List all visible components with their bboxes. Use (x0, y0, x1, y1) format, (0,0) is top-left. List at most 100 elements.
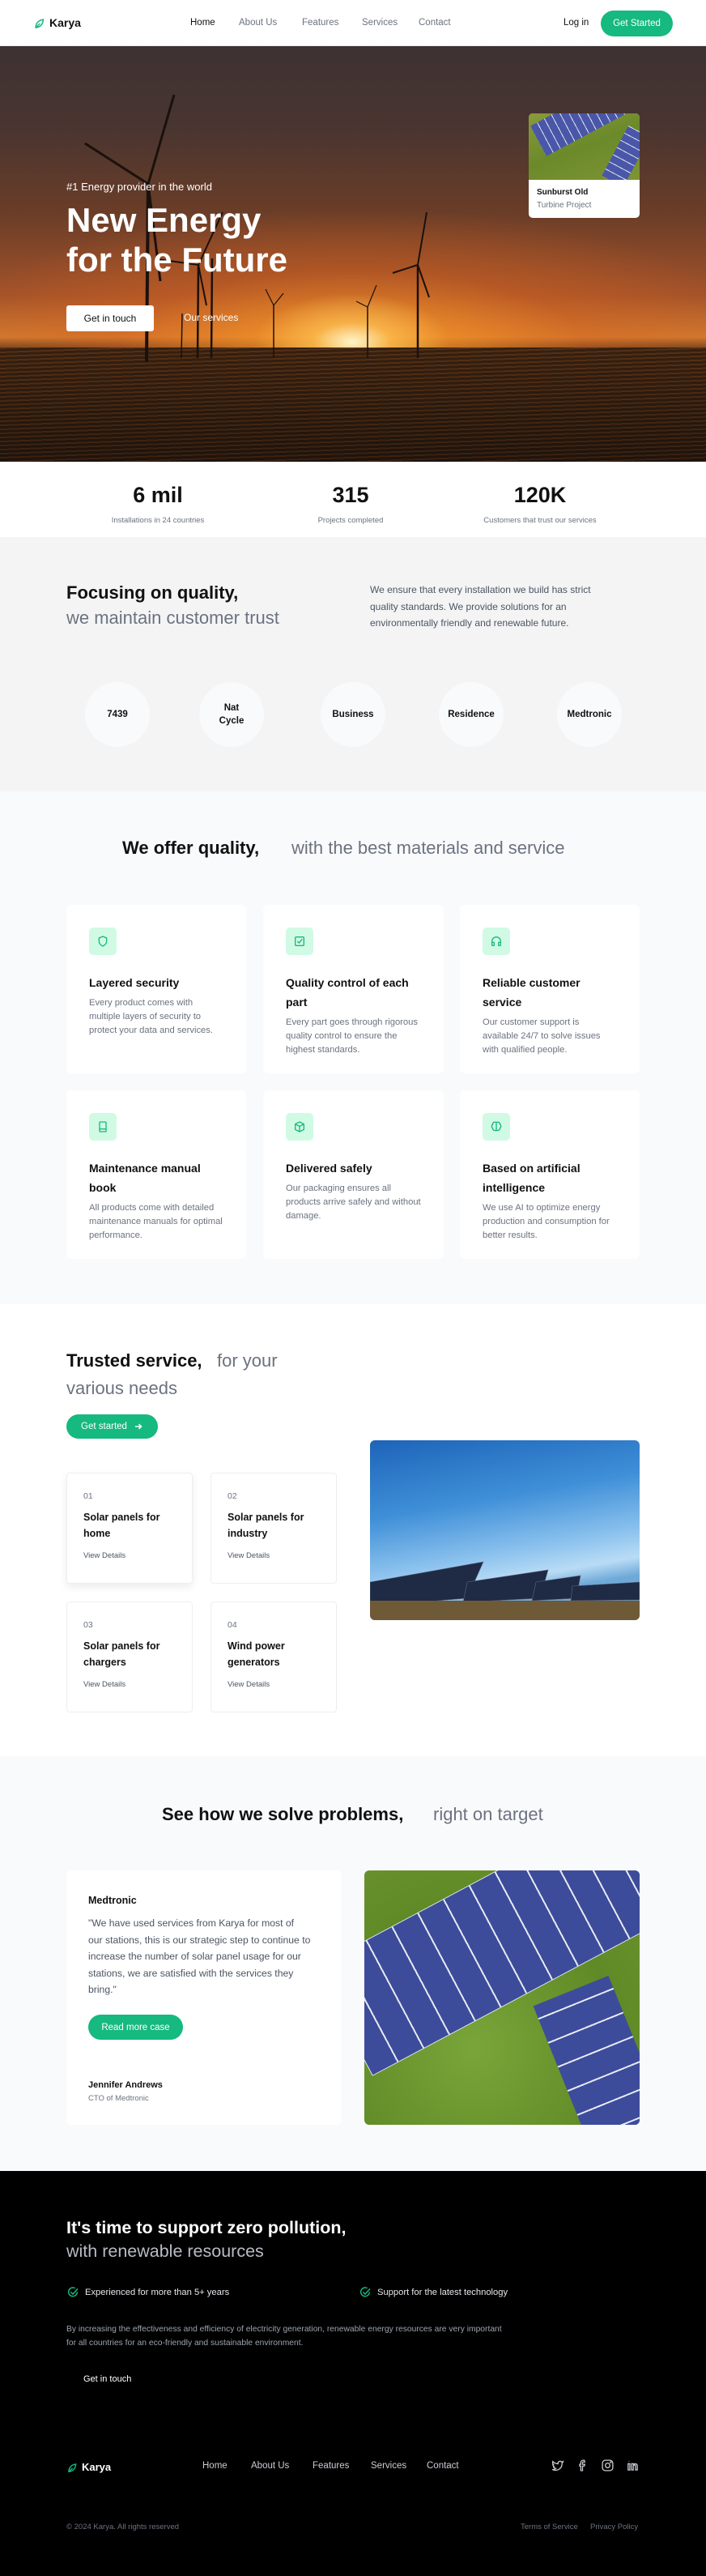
service-number: 01 (83, 1491, 93, 1501)
services-title: Trusted service, (66, 1350, 202, 1371)
stat-label: Installations in 24 countries (111, 516, 205, 525)
hero-title-line1: New Energy (66, 201, 262, 239)
service-card[interactable]: 04 Wind power generators View Details (211, 1601, 337, 1712)
solar-farm-image (370, 1440, 640, 1620)
nav-home[interactable]: Home (190, 18, 215, 28)
cta-get-in-touch-button[interactable]: Get in touch (83, 2374, 131, 2384)
nav-features[interactable]: Features (302, 18, 338, 28)
get-started-label: Get started (81, 1422, 127, 1431)
check-label: Experienced for more than 5+ years (85, 2288, 230, 2297)
project-title: Sunburst Old (537, 188, 589, 197)
project-image (529, 113, 640, 180)
project-card[interactable]: Sunburst Old Turbine Project (529, 113, 640, 218)
service-card[interactable]: 01 Solar panels for home View Details (66, 1473, 193, 1584)
view-details-link[interactable]: View Details (83, 1680, 176, 1689)
leaf-icon (68, 2463, 77, 2472)
quality-subtitle: we maintain customer trust (66, 608, 279, 628)
brand-name: Karya (49, 16, 81, 29)
hero-title: New Energy for the Future (66, 200, 287, 279)
copyright: © 2024 Karya. All rights reserved (66, 2523, 180, 2531)
project-subtitle: Turbine Project (537, 201, 592, 210)
footer-link-about[interactable]: About Us (251, 2461, 289, 2471)
get-started-button[interactable]: Get Started (601, 11, 673, 36)
check-item: Support for the latest technology (359, 2286, 508, 2299)
feature-description: Our customer support is available 24/7 t… (483, 1017, 601, 1055)
feature-title: Maintenance manual book (89, 1162, 201, 1194)
feature-description: We use AI to optimize energy production … (483, 1203, 610, 1240)
check-item: Experienced for more than 5+ years (66, 2286, 229, 2299)
services-get-started-button[interactable]: Get started (66, 1414, 158, 1439)
aerial-solar-image (364, 1870, 640, 2125)
leaf-icon (35, 18, 45, 28)
service-title: Solar panels for home (83, 1512, 160, 1539)
feature-card: Based on artificial intelligence We use … (460, 1090, 640, 1259)
feature-description: Every part goes through rigorous quality… (286, 1017, 418, 1055)
stat-value: 315 (332, 483, 369, 507)
arrow-right-icon (134, 1423, 142, 1430)
feature-title: Based on artificial intelligence (483, 1162, 581, 1194)
check-circle-icon (359, 2287, 371, 2297)
service-card[interactable]: 02 Solar panels for industry View Detail… (211, 1473, 337, 1584)
footer-link-features[interactable]: Features (313, 2461, 349, 2471)
footer-logo[interactable]: Karya (66, 2461, 111, 2473)
feature-card: Maintenance manual book All products com… (66, 1090, 246, 1259)
case-title: See how we solve problems, (162, 1804, 404, 1824)
our-services-link[interactable]: Our services (184, 312, 238, 323)
client-logo: Nat Cycle (199, 682, 264, 747)
footer-link-home[interactable]: Home (202, 2461, 228, 2471)
social-links (551, 2459, 640, 2472)
view-details-link[interactable]: View Details (228, 1680, 320, 1689)
check-circle-icon (67, 2287, 79, 2297)
facebook-icon[interactable] (576, 2459, 589, 2472)
service-title: Solar panels for chargers (83, 1640, 160, 1668)
view-details-link[interactable]: View Details (83, 1551, 176, 1560)
brand-logo[interactable]: Karya (33, 16, 81, 29)
package-icon (286, 1113, 313, 1141)
features-title: We offer quality, (122, 838, 260, 858)
services-subtitle-2: various needs (66, 1378, 177, 1398)
checkbox-icon (286, 928, 313, 955)
hero-title-line2: for the Future (66, 241, 287, 279)
service-card[interactable]: 03 Solar panels for chargers View Detail… (66, 1601, 193, 1712)
footer-link-services[interactable]: Services (371, 2461, 406, 2471)
hero-tagline: #1 Energy provider in the world (66, 181, 212, 193)
client-logo: Residence (439, 682, 504, 747)
linkedin-icon[interactable] (626, 2459, 640, 2472)
get-in-touch-button[interactable]: Get in touch (66, 305, 154, 331)
cta-description: By increasing the effectiveness and effi… (66, 2325, 502, 2348)
features-subtitle: with the best materials and service (291, 838, 565, 858)
cta-subtitle: with renewable resources (66, 2241, 264, 2261)
brain-icon (483, 1113, 510, 1141)
instagram-icon[interactable] (601, 2459, 615, 2472)
login-link[interactable]: Log in (564, 18, 589, 28)
book-icon (89, 1113, 117, 1141)
services-subtitle: for your (217, 1350, 278, 1371)
privacy-link[interactable]: Privacy Policy (590, 2523, 638, 2531)
footer-link-contact[interactable]: Contact (427, 2461, 459, 2471)
view-details-link[interactable]: View Details (228, 1551, 320, 1560)
feature-title: Quality control of each part (286, 976, 409, 1009)
nav-about[interactable]: About Us (239, 18, 277, 28)
stat-value: 120K (513, 483, 567, 507)
testimonial-author: Jennifer Andrews (88, 2080, 163, 2090)
feature-card: Quality control of each part Every part … (263, 905, 444, 1073)
project-card-body: Sunburst Old Turbine Project (529, 180, 640, 218)
feature-card: Reliable customer service Our customer s… (460, 905, 640, 1073)
feature-title: Layered security (89, 976, 180, 989)
testimonial-quote: "We have used services from Karya for mo… (88, 1917, 311, 1995)
feature-title: Reliable customer service (483, 976, 581, 1009)
client-logo: Medtronic (557, 682, 622, 747)
testimonial-role: CTO of Medtronic (88, 2094, 149, 2103)
feature-description: Every product comes with multiple layers… (89, 998, 213, 1035)
service-title: Solar panels for industry (228, 1512, 304, 1539)
read-more-case-button[interactable]: Read more case (88, 2015, 183, 2040)
case-subtitle: right on target (433, 1804, 543, 1824)
feature-card: Delivered safely Our packaging ensures a… (263, 1090, 444, 1259)
nav-contact[interactable]: Contact (419, 18, 451, 28)
terms-link[interactable]: Terms of Service (521, 2523, 578, 2531)
nav-services[interactable]: Services (362, 18, 398, 28)
testimonial-card: Medtronic "We have used services from Ka… (66, 1870, 342, 2125)
quality-section (0, 537, 706, 791)
twitter-icon[interactable] (551, 2459, 564, 2472)
service-number: 02 (228, 1491, 237, 1501)
